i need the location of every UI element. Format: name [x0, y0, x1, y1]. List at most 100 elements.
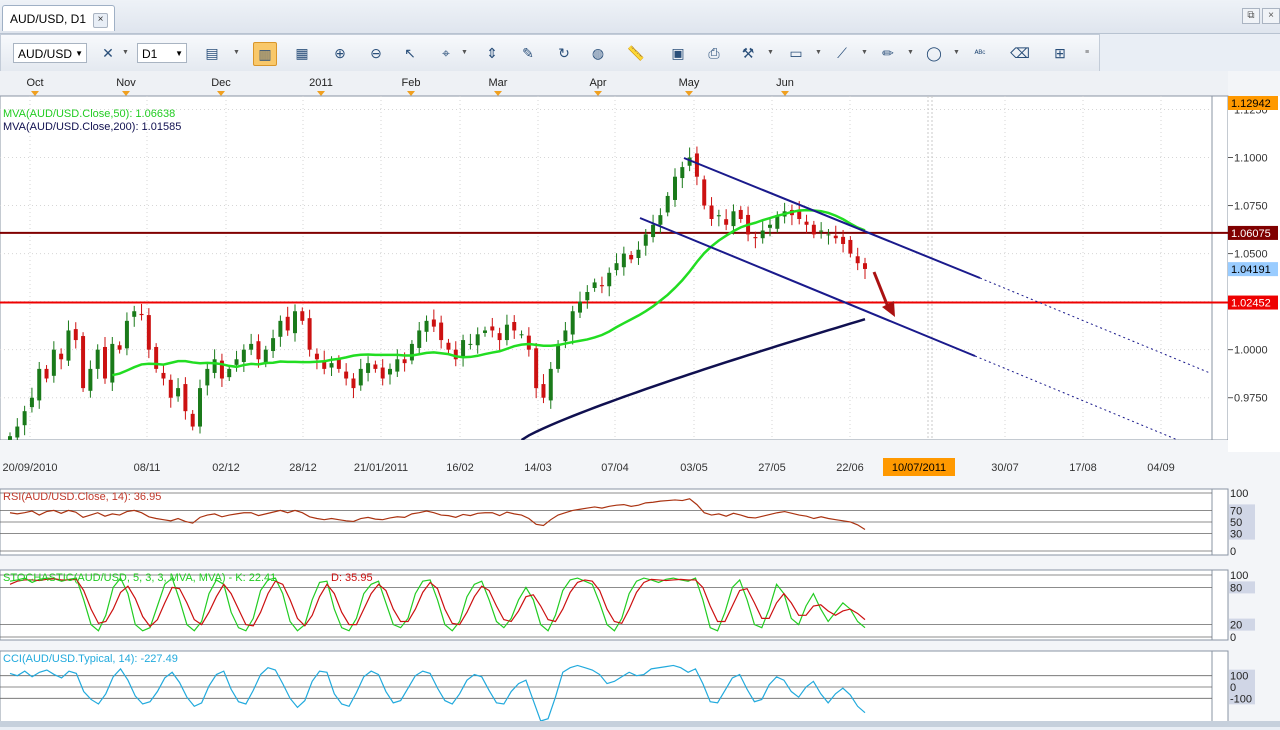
properties-icon[interactable]: ✎	[517, 42, 539, 64]
crosshair-icon[interactable]: ⌖	[435, 42, 457, 64]
rsi-pane-gap	[1211, 488, 1229, 556]
candle-body	[198, 388, 202, 427]
y-tick-label: 1.0000	[1234, 345, 1268, 357]
candle-body	[402, 359, 407, 364]
candle-body	[541, 384, 546, 398]
month-label: May	[679, 77, 700, 89]
level-label: 100	[1230, 570, 1248, 582]
candle-body	[234, 359, 239, 365]
close-window-icon[interactable]: ×	[1262, 8, 1280, 24]
candle-body	[388, 368, 392, 375]
candle-body	[629, 254, 634, 260]
x-tick-label: 22/06	[836, 462, 864, 474]
pointer-icon[interactable]: ↖	[399, 42, 421, 64]
template-icon[interactable]: ▭	[785, 42, 807, 64]
candle-body	[146, 315, 151, 350]
indicators-icon[interactable]: ⚒	[737, 42, 759, 64]
draw-line-icon[interactable]: ⟋	[831, 42, 853, 64]
chart-type-icon[interactable]: ▤	[201, 42, 223, 64]
candle-body	[366, 363, 371, 373]
level-label: 0	[1230, 682, 1236, 694]
candle-body	[241, 349, 246, 362]
candle-body	[738, 209, 743, 219]
chart-toolbar: AUD/USD ▼ ✕ ▼ D1 ▼ ▤ ▼ ▥ ▦ ⊕ ⊖ ↖ ⌖ ▼ ⇕ ✎…	[0, 34, 1100, 72]
x-tick-label: 14/03	[524, 462, 552, 474]
chevron-down-icon[interactable]: ▼	[907, 49, 914, 56]
restore-icon[interactable]: ⧉	[1242, 8, 1260, 24]
x-tick-label: 04/09	[1147, 462, 1175, 474]
candle-body	[329, 363, 334, 368]
hierarchy-icon[interactable]: ⊞	[1049, 42, 1071, 64]
candle-body	[336, 359, 341, 369]
chart-canvas[interactable]: Oct Nov Dec 2011 Feb Mar Apr May Jun 0.9750 1.000…	[0, 71, 1280, 727]
chevron-down-icon[interactable]: ▼	[767, 49, 774, 56]
candle-body	[300, 311, 305, 321]
month-label: Jun	[776, 77, 794, 89]
zoom-out-icon[interactable]: ⊖	[365, 42, 387, 64]
candle-body	[446, 342, 451, 350]
color-pen-icon[interactable]: ✏	[877, 42, 899, 64]
chevron-down-icon[interactable]: ▼	[815, 49, 822, 56]
candle-body	[833, 235, 838, 239]
print-icon[interactable]: ⎙	[703, 42, 725, 64]
candle-body	[504, 324, 509, 341]
candle-body	[81, 336, 86, 389]
candle-body	[285, 316, 290, 331]
candle-body	[439, 322, 444, 341]
globe-icon[interactable]: ◍	[587, 42, 609, 64]
candle-body	[37, 368, 42, 401]
chevron-down-icon: ▼	[175, 49, 183, 58]
ellipse-icon[interactable]: ◯	[923, 42, 945, 64]
period-value: D1	[142, 47, 158, 61]
chevron-down-icon[interactable]: ▼	[861, 49, 868, 56]
price-pane-gap	[1211, 95, 1229, 441]
eraser-icon[interactable]: ⌫	[1009, 42, 1031, 64]
tab-audusd-d1[interactable]: AUD/USD, D1 ×	[2, 5, 115, 31]
refresh-icon[interactable]: ↻	[553, 42, 575, 64]
candle	[702, 175, 707, 210]
candle-body	[673, 176, 677, 200]
candle-body	[614, 263, 619, 271]
price-label-text: 1.02452	[1231, 298, 1271, 310]
candle-body	[819, 230, 824, 232]
ruler-icon[interactable]: 📏	[625, 42, 647, 64]
chevron-down-icon[interactable]: ▼	[233, 49, 240, 56]
candlestick-icon[interactable]: ▥	[253, 42, 277, 66]
text-tool-icon[interactable]: ᴬᴮᶜ	[969, 42, 991, 64]
candle-body	[585, 292, 590, 301]
period-select[interactable]: D1 ▼	[137, 43, 187, 63]
bar-chart-icon[interactable]: ▦	[291, 42, 313, 64]
remove-symbol-icon[interactable]: ✕	[97, 42, 119, 64]
more-icon[interactable]: ≡	[1085, 49, 1089, 56]
candle-body	[709, 205, 714, 219]
month-label: Nov	[116, 77, 136, 89]
candle-body	[724, 219, 729, 225]
candle-body	[373, 364, 378, 369]
candle-body	[249, 343, 254, 350]
cci-title: CCI(AUD/USD.Typical, 14): -227.49	[3, 653, 178, 665]
chevron-down-icon[interactable]: ▼	[953, 49, 960, 56]
candle-body	[358, 368, 363, 386]
stoch-pane-gap	[1211, 569, 1229, 641]
candle-body	[519, 334, 524, 336]
candle-body	[483, 330, 487, 333]
tab-close-icon[interactable]: ×	[93, 13, 108, 28]
symbol-select[interactable]: AUD/USD ▼	[13, 43, 87, 63]
month-label: Feb	[402, 77, 421, 89]
chevron-down-icon[interactable]: ▼	[461, 49, 468, 56]
candle-body	[263, 349, 268, 364]
candle-body	[88, 368, 93, 391]
candle-body	[497, 333, 502, 341]
candle-body	[490, 326, 495, 331]
candle-body	[44, 368, 49, 379]
candle-body	[760, 230, 765, 239]
price-label-text: 1.06075	[1231, 228, 1271, 240]
candle-body	[512, 322, 517, 331]
candle-body	[103, 346, 107, 379]
indicator-legend: MVA(AUD/USD.Close,50): 1.06638MVA(AUD/US…	[3, 108, 181, 133]
chevron-down-icon[interactable]: ▼	[122, 49, 129, 56]
zoom-in-icon[interactable]: ⊕	[329, 42, 351, 64]
autoscroll-icon[interactable]: ⇕	[481, 42, 503, 64]
candle-body	[592, 282, 597, 288]
save-image-icon[interactable]: ▣	[667, 42, 689, 64]
